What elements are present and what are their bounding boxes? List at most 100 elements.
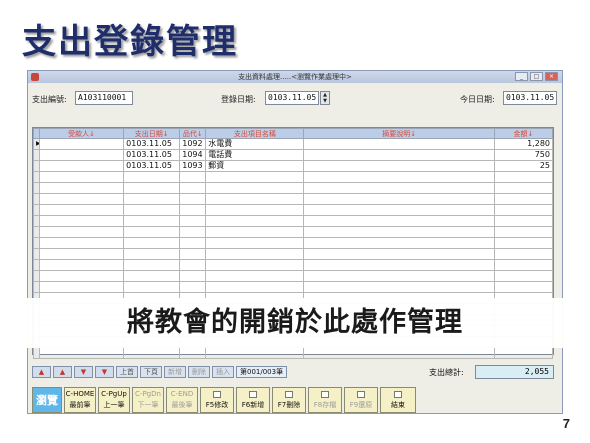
empty-table-row[interactable] (33, 215, 554, 227)
empty-cell[interactable] (179, 204, 207, 216)
cell-item[interactable]: 電話費 (205, 149, 305, 161)
empty-cell[interactable] (493, 226, 554, 238)
empty-cell[interactable] (38, 171, 125, 183)
empty-cell[interactable] (38, 204, 125, 216)
empty-cell[interactable] (38, 248, 125, 260)
empty-cell[interactable] (493, 215, 554, 227)
last-record-button[interactable]: C-END 最後筆 (166, 387, 198, 413)
empty-cell[interactable] (179, 259, 207, 271)
nav-delete-button[interactable]: 刪除 (188, 366, 210, 378)
first-record-button[interactable]: C-HOME 最前筆 (64, 387, 96, 413)
edit-button[interactable]: F5修改 (200, 387, 234, 413)
empty-cell[interactable] (38, 215, 125, 227)
empty-cell[interactable] (493, 237, 554, 249)
empty-cell[interactable] (179, 237, 207, 249)
empty-cell[interactable] (179, 193, 207, 205)
empty-cell[interactable] (303, 182, 495, 194)
browse-button[interactable]: 瀏覽 (32, 387, 62, 413)
empty-cell[interactable] (493, 248, 554, 260)
empty-cell[interactable] (38, 347, 125, 359)
undo-button[interactable]: F9還原 (344, 387, 378, 413)
cell-date[interactable]: 0103.11.05 (123, 149, 181, 161)
entry-date-field[interactable]: 0103.11.05 (265, 91, 319, 105)
empty-cell[interactable] (205, 204, 305, 216)
empty-cell[interactable] (493, 281, 554, 293)
nav-insert-button[interactable]: 插入 (212, 366, 234, 378)
empty-table-row[interactable] (33, 193, 554, 205)
empty-table-row[interactable] (33, 226, 554, 238)
cell-note[interactable] (303, 149, 495, 161)
empty-table-row[interactable] (33, 281, 554, 293)
empty-cell[interactable] (205, 281, 305, 293)
col-header-date[interactable]: 支出日期↓ (123, 128, 181, 139)
empty-cell[interactable] (179, 215, 207, 227)
window-titlebar[interactable]: 支出資料處理.....<瀏覽作業處理中> _ □ × (28, 71, 562, 83)
empty-cell[interactable] (493, 182, 554, 194)
close-button[interactable]: × (545, 72, 558, 81)
empty-cell[interactable] (493, 171, 554, 183)
empty-cell[interactable] (303, 171, 495, 183)
empty-cell[interactable] (179, 347, 207, 359)
cell-payee[interactable] (38, 160, 125, 172)
empty-cell[interactable] (179, 248, 207, 260)
empty-cell[interactable] (123, 347, 181, 359)
empty-cell[interactable] (123, 204, 181, 216)
empty-cell[interactable] (205, 270, 305, 282)
cell-note[interactable] (303, 160, 495, 172)
empty-cell[interactable] (303, 204, 495, 216)
nav-down-arrow-icon[interactable]: ▼ (74, 366, 93, 378)
empty-cell[interactable] (303, 281, 495, 293)
col-header-payee[interactable]: 受款人↓ (38, 128, 125, 139)
empty-cell[interactable] (205, 347, 305, 359)
new-button[interactable]: F6新增 (236, 387, 270, 413)
empty-cell[interactable] (303, 347, 495, 359)
empty-table-row[interactable] (33, 270, 554, 282)
empty-cell[interactable] (205, 215, 305, 227)
minimize-button[interactable]: _ (515, 72, 528, 81)
empty-cell[interactable] (205, 248, 305, 260)
date-spinner[interactable]: ▲ ▼ (320, 91, 330, 105)
delete-button[interactable]: F7刪除 (272, 387, 306, 413)
empty-table-row[interactable] (33, 182, 554, 194)
empty-cell[interactable] (38, 270, 125, 282)
empty-cell[interactable] (123, 237, 181, 249)
cell-code[interactable]: 1094 (179, 149, 207, 161)
cell-code[interactable]: 1092 (179, 138, 207, 150)
empty-cell[interactable] (303, 237, 495, 249)
empty-table-row[interactable] (33, 237, 554, 249)
empty-cell[interactable] (493, 270, 554, 282)
empty-cell[interactable] (205, 182, 305, 194)
empty-cell[interactable] (38, 259, 125, 271)
empty-cell[interactable] (179, 226, 207, 238)
empty-table-row[interactable] (33, 259, 554, 271)
nav-first-arrow-icon[interactable]: ▲ (32, 366, 51, 378)
cell-note[interactable] (303, 138, 495, 150)
empty-cell[interactable] (38, 226, 125, 238)
empty-cell[interactable] (205, 226, 305, 238)
empty-table-row[interactable] (33, 248, 554, 260)
empty-cell[interactable] (123, 193, 181, 205)
cell-payee[interactable] (38, 149, 125, 161)
exit-button[interactable]: 結束 (380, 387, 416, 413)
table-row[interactable]: 0103.11.05 1093 郵資 25 (33, 160, 554, 172)
empty-cell[interactable] (205, 171, 305, 183)
empty-cell[interactable] (38, 281, 125, 293)
nav-up-arrow-icon[interactable]: ▲ (53, 366, 72, 378)
empty-cell[interactable] (303, 259, 495, 271)
empty-table-row[interactable] (33, 347, 554, 359)
empty-table-row[interactable] (33, 171, 554, 183)
table-row[interactable]: ▶ 0103.11.05 1092 水電費 1,280 (33, 138, 554, 150)
cell-date[interactable]: 0103.11.05 (123, 138, 181, 150)
empty-cell[interactable] (179, 171, 207, 183)
empty-cell[interactable] (179, 182, 207, 194)
save-button[interactable]: F8存檔 (308, 387, 342, 413)
empty-cell[interactable] (303, 215, 495, 227)
empty-cell[interactable] (123, 248, 181, 260)
empty-cell[interactable] (205, 259, 305, 271)
next-record-button[interactable]: C-PgDn 下一筆 (132, 387, 164, 413)
col-header-code[interactable]: 品代↓ (179, 128, 207, 139)
cell-date[interactable]: 0103.11.05 (123, 160, 181, 172)
cell-item[interactable]: 水電費 (205, 138, 305, 150)
empty-cell[interactable] (123, 215, 181, 227)
cell-item[interactable]: 郵資 (205, 160, 305, 172)
